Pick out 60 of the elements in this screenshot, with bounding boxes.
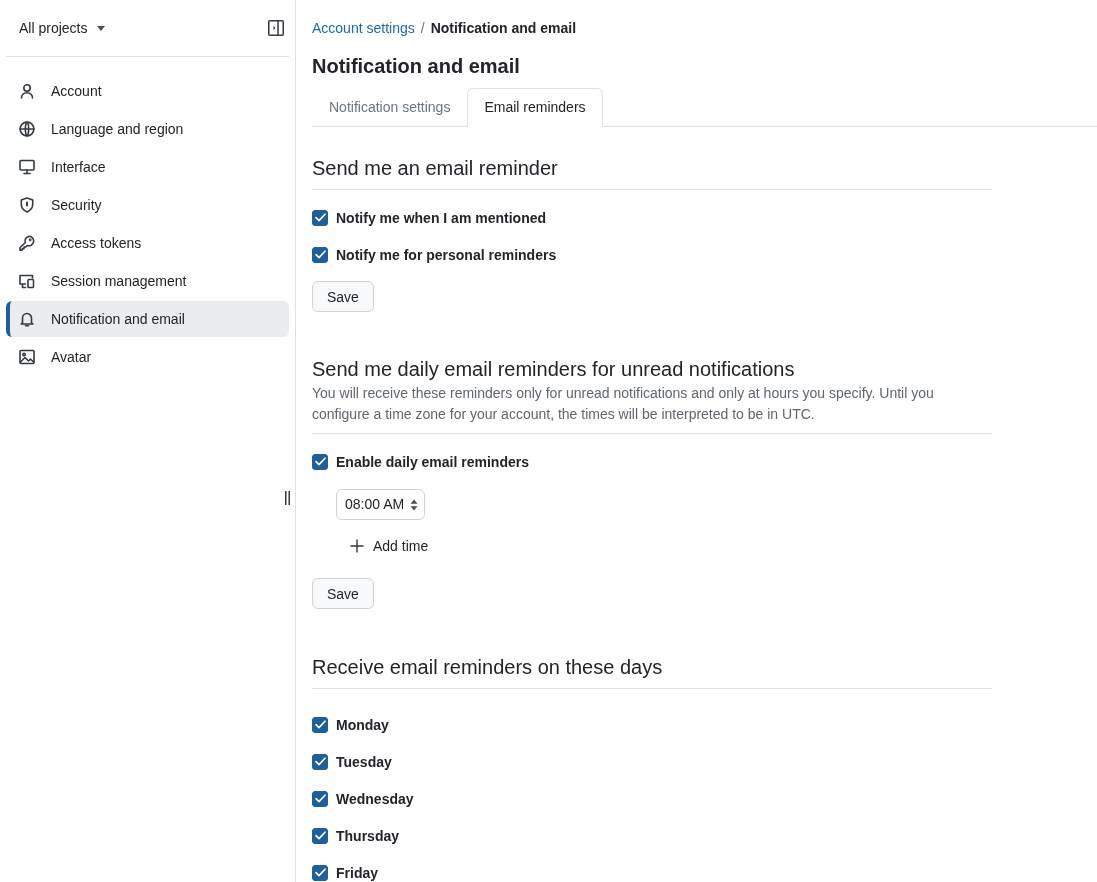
project-selector[interactable]: All projects [19, 17, 106, 39]
plus-icon [350, 539, 364, 553]
nav-item[interactable]: Notification and email [6, 301, 289, 337]
key-icon [19, 235, 35, 251]
up-down-arrows-icon [410, 498, 418, 511]
resize-handle-icon[interactable] [285, 491, 290, 505]
checkbox[interactable] [312, 453, 328, 470]
checkbox[interactable] [312, 753, 328, 770]
nav-item[interactable]: Session management [6, 263, 289, 299]
breadcrumb-current: Notification and email [430, 19, 577, 38]
checkbox-label: Notify me when I am mentioned [336, 208, 547, 228]
globe-icon [19, 121, 35, 137]
section-heading: Receive email reminders on these days [312, 655, 664, 680]
nav-item[interactable]: Access tokens [6, 225, 289, 261]
checkbox[interactable] [312, 209, 328, 226]
time-select[interactable]: 08:00 AM [336, 489, 425, 520]
shield-icon [19, 197, 35, 213]
breadcrumb-link[interactable]: Account settings [312, 18, 415, 38]
checkbox-label: Enable daily email reminders [336, 452, 529, 472]
check-icon [314, 794, 326, 803]
tab[interactable]: Email reminders [467, 88, 603, 127]
check-icon [314, 757, 326, 766]
devices-icon [19, 273, 35, 289]
page-title: Notification and email [312, 54, 521, 79]
save-button[interactable]: Save [312, 578, 374, 609]
check-icon [314, 720, 326, 729]
nav-item[interactable]: Account [6, 73, 289, 109]
check-icon [314, 213, 326, 222]
checkbox[interactable] [312, 790, 328, 807]
checkbox-label: Thursday [336, 826, 399, 846]
monitor-icon [19, 159, 35, 175]
section-description: You will receive these reminders only for unread notifications and only at hours you specify. Until you configure a time zone for your account, the times will be interpreted to be in UTC. [312, 384, 935, 424]
checkbox-label: Wednesday [336, 789, 414, 809]
save-button[interactable]: Save [312, 281, 374, 312]
breadcrumb-separator: / [420, 19, 425, 38]
checkbox[interactable] [312, 864, 328, 881]
check-icon [314, 457, 326, 466]
checkbox-label: Tuesday [336, 752, 392, 772]
checkbox-label: Friday [336, 863, 378, 882]
checkbox-label: Notify me for personal reminders [336, 245, 557, 265]
tab[interactable]: Notification settings [312, 88, 468, 127]
sidebar-toggle-icon[interactable] [268, 20, 284, 36]
check-icon [314, 831, 326, 840]
add-time-button[interactable]: Add time [336, 531, 437, 561]
section-heading: Send me an email reminder [312, 156, 559, 181]
nav-item[interactable]: Language and region [6, 111, 289, 147]
checkbox[interactable] [312, 827, 328, 844]
image-icon [19, 349, 35, 365]
checkbox[interactable] [312, 716, 328, 733]
caret-down-icon [97, 25, 106, 31]
check-icon [314, 250, 326, 259]
nav-item[interactable]: Interface [6, 149, 289, 185]
user-icon [19, 83, 35, 99]
section-heading: Send me daily email reminders for unread notifications [312, 357, 796, 382]
checkbox-label: Monday [336, 715, 389, 735]
checkbox[interactable] [312, 246, 328, 263]
nav-item[interactable]: Security [6, 187, 289, 223]
check-icon [314, 868, 326, 877]
bell-icon [19, 311, 35, 327]
nav-item[interactable]: Avatar [6, 339, 289, 375]
